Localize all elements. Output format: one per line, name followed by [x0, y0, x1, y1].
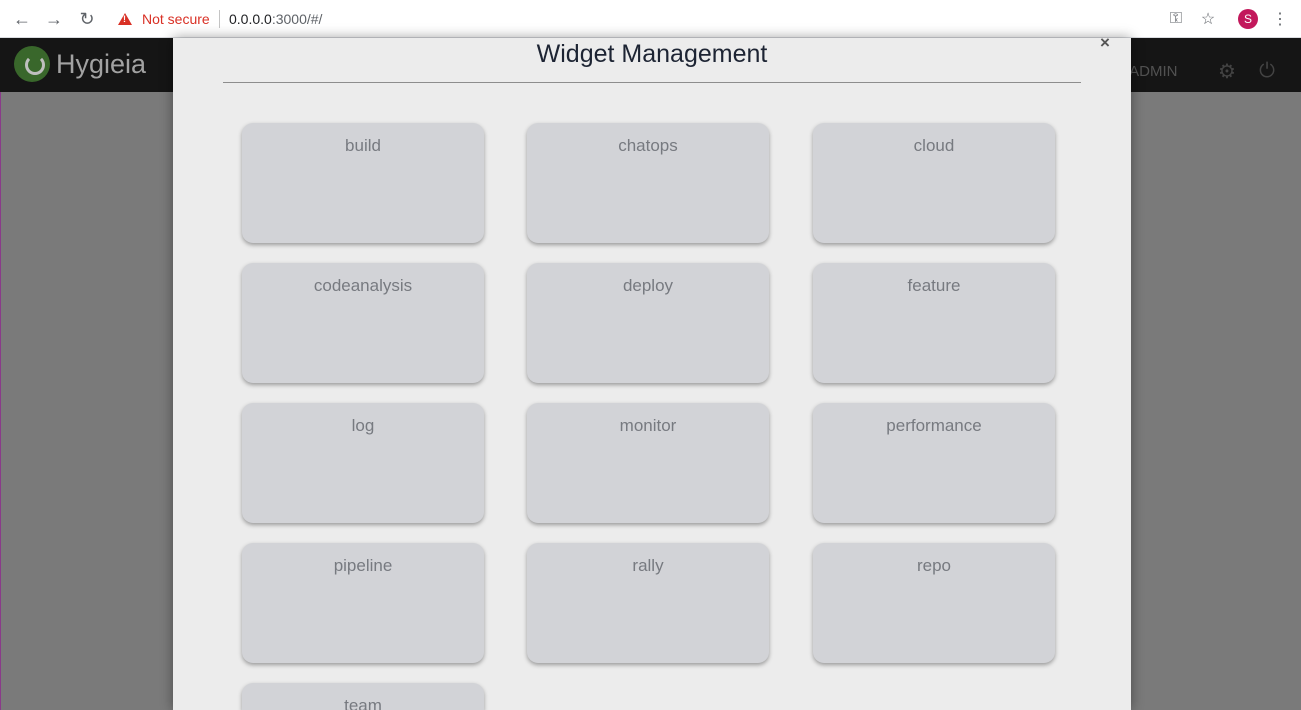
arrow-left-icon[interactable]: ← — [10, 7, 34, 31]
widget-label: team — [344, 696, 382, 710]
widget-label: feature — [907, 276, 961, 295]
widget-label: pipeline — [333, 556, 393, 575]
star-icon[interactable]: ☆ — [1197, 8, 1219, 30]
warning-icon — [118, 13, 132, 25]
widget-label: performance — [886, 416, 982, 435]
widget-card-log[interactable]: log — [242, 403, 484, 523]
key-icon[interactable]: ⚿ — [1165, 8, 1187, 30]
modal-title: Widget Management — [536, 40, 768, 68]
url-path: :3000/#/ — [271, 11, 323, 27]
widget-card-repo[interactable]: repo — [813, 543, 1055, 663]
widget-management-modal: Widget Management × build chatops cloud … — [173, 34, 1131, 710]
widget-card-build[interactable]: build — [242, 123, 484, 243]
security-indicator[interactable]: Not secure — [118, 10, 210, 28]
address-bar[interactable]: 0.0.0.0:3000/#/ — [229, 11, 322, 27]
reload-icon[interactable]: ↻ — [75, 7, 99, 31]
widget-label: repo — [916, 556, 952, 575]
title-divider — [223, 82, 1081, 83]
url-host: 0.0.0.0 — [229, 11, 272, 27]
widget-card-performance[interactable]: performance — [813, 403, 1055, 523]
widget-label: deploy — [622, 276, 674, 295]
security-text: Not secure — [142, 11, 210, 27]
address-divider — [219, 10, 220, 28]
profile-avatar[interactable]: S — [1238, 9, 1258, 29]
close-icon[interactable]: × — [1098, 34, 1112, 51]
widget-label: log — [351, 416, 375, 435]
widget-card-monitor[interactable]: monitor — [527, 403, 769, 523]
widget-card-cloud[interactable]: cloud — [813, 123, 1055, 243]
widget-card-codeanalysis[interactable]: codeanalysis — [242, 263, 484, 383]
widget-card-rally[interactable]: rally — [527, 543, 769, 663]
widget-card-chatops[interactable]: chatops — [527, 123, 769, 243]
widget-card-team[interactable]: team — [242, 683, 484, 710]
arrow-right-icon[interactable]: → — [42, 7, 66, 31]
kebab-menu-icon[interactable]: ⋮ — [1269, 8, 1291, 30]
widget-card-deploy[interactable]: deploy — [527, 263, 769, 383]
widget-label: chatops — [618, 136, 678, 155]
widget-label: codeanalysis — [313, 276, 413, 295]
widget-label: build — [345, 136, 381, 155]
widget-card-feature[interactable]: feature — [813, 263, 1055, 383]
widget-label: monitor — [619, 416, 677, 435]
widget-label: cloud — [913, 136, 955, 155]
widget-label: rally — [632, 556, 664, 575]
widget-card-pipeline[interactable]: pipeline — [242, 543, 484, 663]
